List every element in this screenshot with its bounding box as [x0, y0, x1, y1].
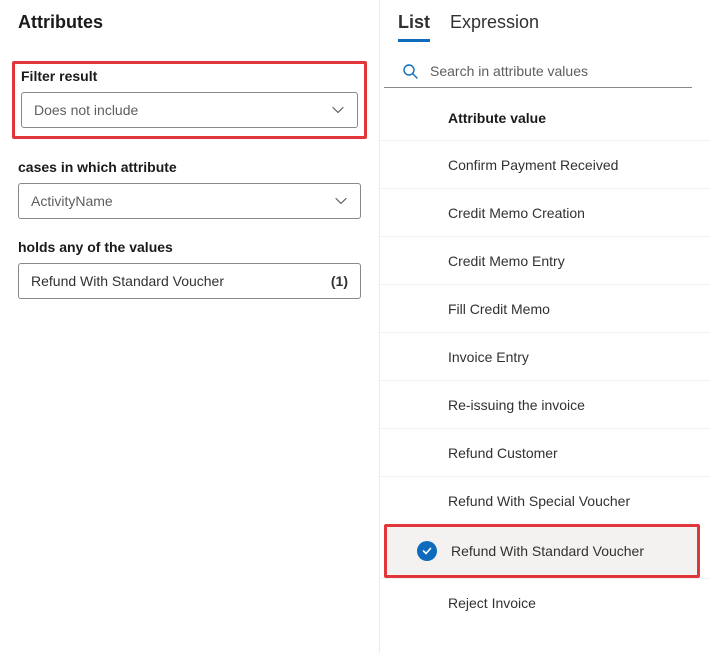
list-item-label: Invoice Entry — [448, 349, 529, 365]
values-value: Refund With Standard Voucher — [31, 273, 224, 289]
list-item[interactable]: Refund With Special Voucher — [380, 476, 710, 524]
values-pane: List Expression Attribute value Confirm … — [380, 0, 710, 653]
checkbox-icon — [414, 593, 434, 613]
tab-list[interactable]: List — [398, 12, 430, 42]
list-item[interactable]: Invoice Entry — [380, 332, 710, 380]
attribute-value-list: Confirm Payment Received Credit Memo Cre… — [380, 140, 710, 626]
chevron-down-icon — [334, 194, 348, 208]
filter-result-label: Filter result — [21, 68, 358, 84]
search-input[interactable] — [430, 63, 674, 79]
list-item-label: Fill Credit Memo — [448, 301, 550, 317]
attribute-label: cases in which attribute — [18, 159, 361, 175]
checkbox-icon — [414, 443, 434, 463]
list-item-label: Refund With Special Voucher — [448, 493, 630, 509]
list-item-label: Confirm Payment Received — [448, 157, 618, 173]
tab-expression[interactable]: Expression — [450, 12, 539, 42]
search-row — [384, 43, 692, 88]
attribute-value-header: Attribute value — [380, 88, 710, 140]
checkbox-icon — [414, 347, 434, 367]
values-count: (1) — [331, 273, 348, 289]
list-item[interactable]: Refund With Standard Voucher — [387, 527, 697, 575]
list-item-label: Credit Memo Entry — [448, 253, 565, 269]
checkbox-icon — [414, 491, 434, 511]
filter-result-value: Does not include — [34, 102, 138, 118]
checkmark-icon — [417, 541, 437, 561]
search-icon — [402, 63, 418, 79]
checkbox-icon — [414, 251, 434, 271]
list-item[interactable]: Credit Memo Entry — [380, 236, 710, 284]
attribute-group: cases in which attribute ActivityName — [18, 159, 361, 219]
checkbox-icon — [414, 299, 434, 319]
list-item-label: Reject Invoice — [448, 595, 536, 611]
checkbox-icon — [414, 203, 434, 223]
list-item-highlight: Refund With Standard Voucher — [384, 524, 700, 578]
tabs: List Expression — [380, 12, 710, 43]
list-item[interactable]: Confirm Payment Received — [380, 140, 710, 188]
checkbox-icon — [414, 155, 434, 175]
list-item[interactable]: Credit Memo Creation — [380, 188, 710, 236]
values-group: holds any of the values Refund With Stan… — [18, 239, 361, 299]
list-item-label: Credit Memo Creation — [448, 205, 585, 221]
values-select[interactable]: Refund With Standard Voucher (1) — [18, 263, 361, 299]
list-item[interactable]: Reject Invoice — [380, 578, 710, 626]
filter-result-group-highlight: Filter result Does not include — [12, 61, 367, 139]
attribute-select[interactable]: ActivityName — [18, 183, 361, 219]
list-item[interactable]: Re-issuing the invoice — [380, 380, 710, 428]
attributes-pane: Attributes Filter result Does not includ… — [0, 0, 380, 653]
list-item-label: Refund Customer — [448, 445, 558, 461]
checkbox-icon — [414, 395, 434, 415]
values-label: holds any of the values — [18, 239, 361, 255]
list-item-label: Refund With Standard Voucher — [451, 543, 644, 559]
list-item[interactable]: Fill Credit Memo — [380, 284, 710, 332]
filter-result-select[interactable]: Does not include — [21, 92, 358, 128]
list-item[interactable]: Refund Customer — [380, 428, 710, 476]
attributes-title: Attributes — [18, 12, 361, 33]
list-item-label: Re-issuing the invoice — [448, 397, 585, 413]
chevron-down-icon — [331, 103, 345, 117]
attribute-value: ActivityName — [31, 193, 113, 209]
